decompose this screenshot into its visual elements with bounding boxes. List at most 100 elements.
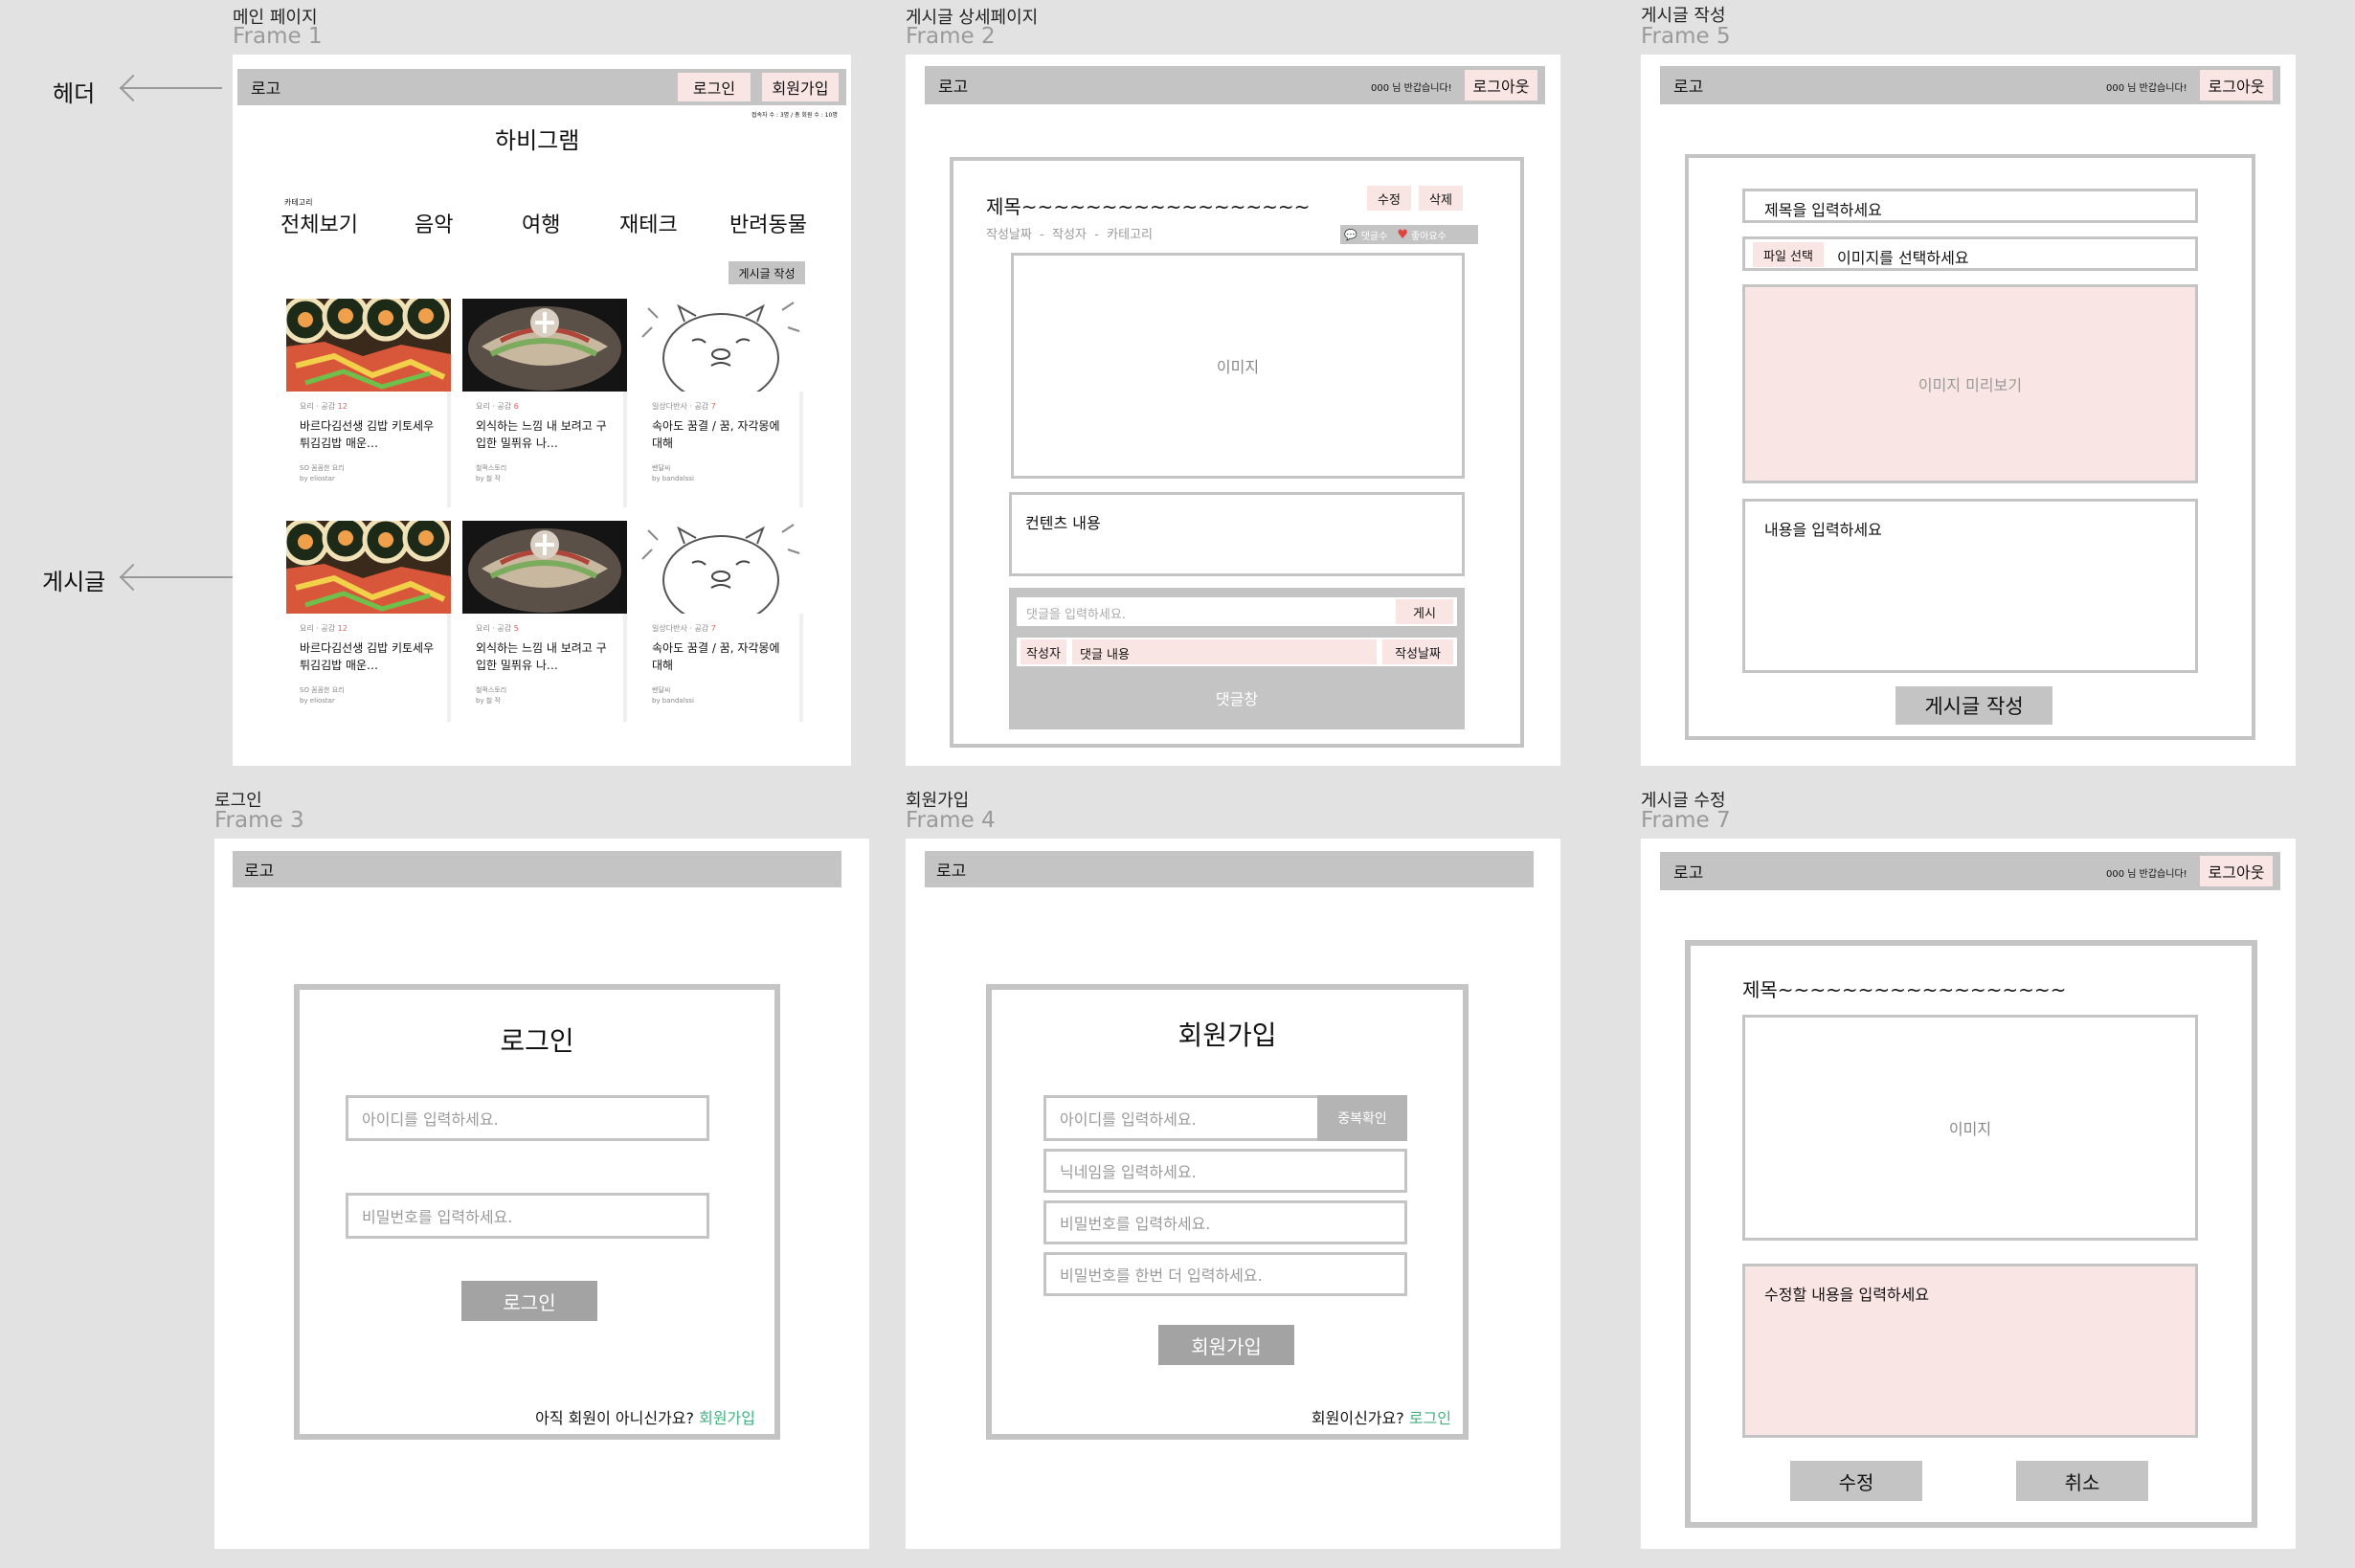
post-stats: 💬 댓글수 ♥ 좋아요수 — [1340, 225, 1478, 244]
edit-content-placeholder: 수정할 내용을 입력하세요 — [1764, 1286, 1930, 1304]
post-title: 제목~~~~~~~~~~~~~~~~~~ — [1742, 978, 2067, 1001]
logo[interactable]: 로고 — [938, 74, 968, 98]
header-bar: 로고 000 님 반갑습니다! 로그아웃 — [925, 66, 1545, 104]
tab-music[interactable]: 음악 — [415, 208, 453, 238]
post-card[interactable]: 요리 · 공감 12 바르다김선생 김밥 키토세우튀김김밥 매운… SO 꼼꼼한… — [286, 521, 451, 722]
post-title[interactable]: 속아도 꿈결 / 꿈, 자각몽에 대해 — [652, 639, 792, 674]
login-password-input[interactable]: 비밀번호를 입력하세요. — [346, 1193, 709, 1239]
post-thumbnail — [639, 521, 803, 614]
greeting-text: 000 님 반갑습니다! — [2106, 869, 2187, 880]
post-image: 이미지 — [1011, 253, 1465, 479]
frame-sub-write: Frame 5 — [1641, 24, 1731, 49]
login-link[interactable]: 로그인 — [1409, 1409, 1451, 1427]
post-card[interactable]: 일상다반사 · 공감 7 속아도 꿈결 / 꿈, 자각몽에 대해 밴달씨 by b… — [639, 299, 803, 507]
post-author: SO 꼼꼼한 요리 by eliostar — [300, 686, 345, 705]
comment-date: 작성날짜 — [1382, 639, 1453, 664]
post-title[interactable]: 바르다김선생 김밥 키토세우튀김김밥 매운… — [300, 639, 439, 674]
tab-travel[interactable]: 여행 — [522, 208, 560, 238]
post-author: SO 꼼꼼한 요리 by eliostar — [300, 464, 345, 482]
header-bar: 로고 — [925, 851, 1534, 887]
comment-icon: 💬 — [1344, 228, 1357, 241]
login-id-input[interactable]: 아이디를 입력하세요. — [346, 1095, 709, 1141]
write-form-container: 제목을 입력하세요 파일 선택 이미지를 선택하세요 이미지 미리보기 내용을 … — [1685, 154, 2255, 740]
delete-post-button[interactable]: 삭제 — [1419, 186, 1463, 211]
logo[interactable]: 로고 — [936, 858, 966, 882]
duplicate-check-button[interactable]: 중복확인 — [1317, 1095, 1407, 1141]
cancel-edit-button[interactable]: 취소 — [2016, 1461, 2148, 1501]
comment-area: 댓글을 입력하세요. 게시 작성자 댓글 내용 작성날짜 댓글창 — [1009, 588, 1465, 729]
post-title[interactable]: 외식하는 느낌 내 보려고 구입한 밀퓌유 나… — [476, 639, 616, 674]
comment-post-button[interactable]: 게시 — [1396, 599, 1453, 624]
logo[interactable]: 로고 — [1673, 860, 1703, 884]
content-input[interactable]: 내용을 입력하세요 — [1742, 499, 2198, 673]
edit-page-frame: 로고 000 님 반갑습니다! 로그아웃 제목~~~~~~~~~~~~~~~~~… — [1641, 839, 2296, 1549]
signup-nickname-input[interactable]: 닉네임을 입력하세요. — [1043, 1149, 1407, 1193]
file-select-label: 이미지를 선택하세요 — [1837, 249, 1969, 267]
tab-pets[interactable]: 반려동물 — [729, 208, 807, 238]
logout-button[interactable]: 로그아웃 — [2200, 856, 2273, 886]
post-meta: 일상다반사 · 공감 7 — [652, 624, 716, 633]
login-button[interactable]: 로그인 — [678, 73, 751, 101]
comment-list-label: 댓글창 — [1215, 690, 1259, 708]
signup-password-input[interactable]: 비밀번호를 입력하세요. — [1043, 1200, 1407, 1244]
greeting-text: 000 님 반갑습니다! — [1371, 83, 1452, 94]
header-bar: 로고 — [233, 851, 841, 887]
file-select-button[interactable]: 파일 선택 — [1753, 242, 1824, 267]
post-image: 이미지 — [1742, 1015, 2198, 1241]
post-card[interactable]: 요리 · 공감 12 바르다김선생 김밥 키토세우튀김김밥 매운… SO 꼼꼼한… — [286, 299, 451, 507]
signup-prompt-text: 아직 회원이 아니신가요? — [535, 1409, 695, 1427]
header-bar: 로고 000 님 반갑습니다! 로그아웃 — [1660, 852, 2280, 890]
logo[interactable]: 로고 — [251, 76, 280, 100]
post-meta: 요리 · 공감 12 — [300, 624, 348, 633]
login-page-frame: 로고 로그인 아이디를 입력하세요. 비밀번호를 입력하세요. 로그인 아직 회… — [214, 839, 869, 1549]
logout-button[interactable]: 로그아웃 — [1465, 70, 1537, 101]
write-page-frame: 로고 000 님 반갑습니다! 로그아웃 제목을 입력하세요 파일 선택 이미지… — [1641, 55, 2296, 766]
frame-sub-login: Frame 3 — [214, 808, 304, 833]
header-bar: 로고 로그인 회원가입 — [237, 69, 846, 105]
signup-link[interactable]: 회원가입 — [699, 1409, 755, 1427]
signup-submit-button[interactable]: 회원가입 — [1158, 1325, 1294, 1365]
comment-row: 작성자 댓글 내용 작성날짜 — [1017, 638, 1457, 666]
frame-sub-signup: Frame 4 — [906, 808, 996, 833]
save-edit-button[interactable]: 수정 — [1790, 1461, 1922, 1501]
tab-all[interactable]: 전체보기 — [280, 208, 358, 238]
frame-sub-detail: Frame 2 — [906, 24, 996, 49]
title-input[interactable]: 제목을 입력하세요 — [1742, 189, 2198, 223]
frame-sub-edit: Frame 7 — [1641, 808, 1731, 833]
post-card[interactable]: 요리 · 공감 5 외식하는 느낌 내 보려고 구입한 밀퓌유 나… 철퍽스토리… — [462, 521, 627, 722]
signup-id-placeholder: 아이디를 입력하세요. — [1060, 1110, 1197, 1129]
post-title: 제목~~~~~~~~~~~~~~~~~~ — [986, 195, 1311, 218]
signup-form-container: 회원가입 아이디를 입력하세요. 중복확인 닉네임을 입력하세요. 비밀번호를 … — [986, 984, 1469, 1440]
header-bar: 로고 000 님 반갑습니다! 로그아웃 — [1660, 66, 2280, 104]
detail-page-frame: 로고 000 님 반갑습니다! 로그아웃 제목~~~~~~~~~~~~~~~~~… — [906, 55, 1560, 766]
post-card[interactable]: 일상다반사 · 공감 7 속아도 꿈결 / 꿈, 자각몽에 대해 밴달씨 by b… — [639, 521, 803, 722]
main-page-frame: 로고 로그인 회원가입 접속자 수 : 3명 / 총 회원 수 : 10명 하비… — [233, 55, 851, 766]
write-post-button[interactable]: 게시글 작성 — [729, 261, 805, 284]
signup-password-confirm-input[interactable]: 비밀번호를 한번 더 입력하세요. — [1043, 1252, 1407, 1296]
post-content-text: 컨텐츠 내용 — [1025, 514, 1101, 532]
tab-finance[interactable]: 재테크 — [619, 208, 678, 238]
post-title[interactable]: 외식하는 느낌 내 보려고 구입한 밀퓌유 나… — [476, 417, 616, 452]
comment-input[interactable]: 댓글을 입력하세요. — [1026, 604, 1126, 622]
edit-post-button[interactable]: 수정 — [1367, 186, 1411, 211]
site-title: 하비그램 — [495, 127, 580, 154]
signup-button[interactable]: 회원가입 — [762, 73, 839, 101]
comment-writer: 작성자 — [1020, 639, 1066, 664]
login-prompt: 회원이신가요? 로그인 — [1312, 1405, 1451, 1428]
post-card[interactable]: 요리 · 공감 6 외식하는 느낌 내 보려고 구입한 밀퓌유 나… 철퍽스토리… — [462, 299, 627, 507]
login-form-container: 로그인 아이디를 입력하세요. 비밀번호를 입력하세요. 로그인 아직 회원이 … — [294, 984, 780, 1440]
signup-prompt: 아직 회원이 아니신가요? 회원가입 — [535, 1405, 755, 1428]
logout-button[interactable]: 로그아웃 — [2200, 70, 2273, 101]
post-annotation-arrowhead — [119, 563, 147, 592]
post-title[interactable]: 바르다김선생 김밥 키토세우튀김김밥 매운… — [300, 417, 439, 452]
post-thumbnail — [462, 521, 627, 614]
post-title[interactable]: 속아도 꿈결 / 꿈, 자각몽에 대해 — [652, 417, 792, 452]
image-preview: 이미지 미리보기 — [1742, 284, 2198, 483]
edit-content-input[interactable]: 수정할 내용을 입력하세요 — [1742, 1264, 2198, 1438]
post-meta: 요리 · 공감 6 — [476, 402, 519, 411]
heart-icon: ♥ — [1397, 227, 1408, 242]
login-submit-button[interactable]: 로그인 — [461, 1281, 597, 1321]
logo[interactable]: 로고 — [244, 858, 274, 882]
logo[interactable]: 로고 — [1673, 74, 1703, 98]
submit-post-button[interactable]: 게시글 작성 — [1895, 686, 2052, 725]
